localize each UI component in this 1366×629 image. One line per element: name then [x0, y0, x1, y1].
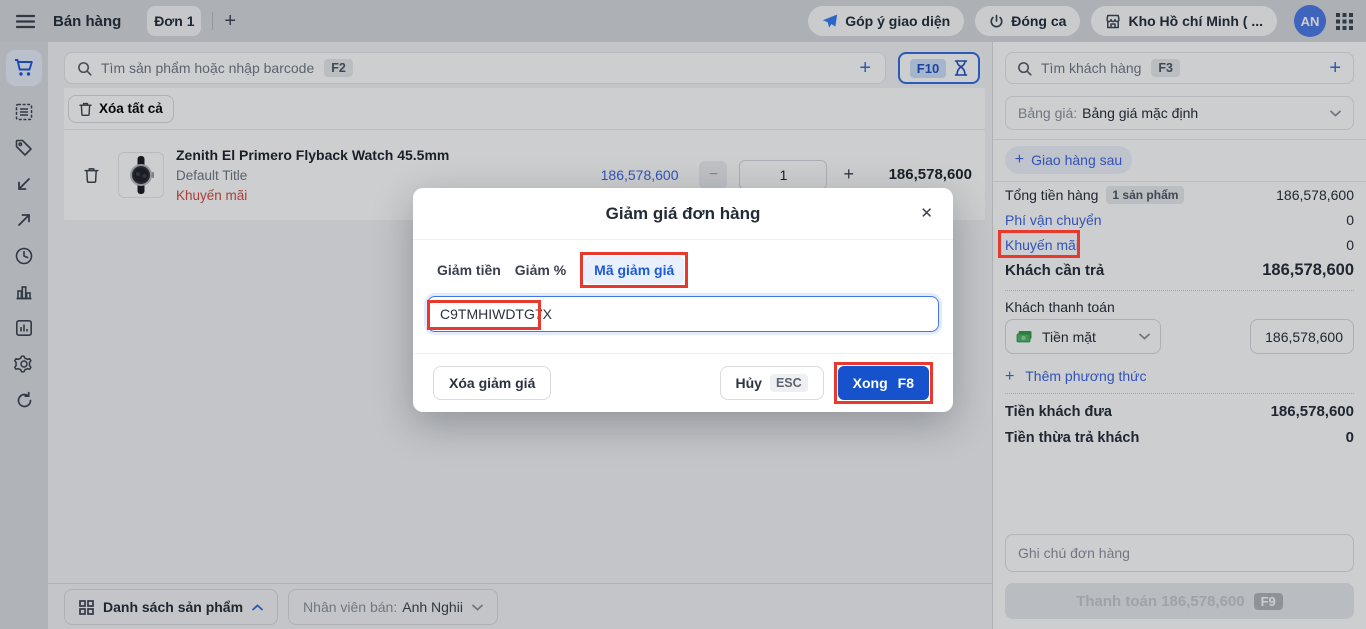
close-icon[interactable]: ✕ — [920, 204, 933, 222]
discount-code-input[interactable]: C9TMHIWDTG7X — [427, 296, 939, 332]
modal-title: Giảm giá đơn hàng — [606, 204, 761, 224]
annotation-active-tab: Mã giảm giá — [580, 252, 688, 288]
tab-discount-amount[interactable]: Giảm tiền — [437, 262, 501, 278]
tab-discount-percent[interactable]: Giảm % — [515, 262, 566, 278]
cancel-button[interactable]: Hủy ESC — [720, 366, 824, 400]
discount-tabs: Giảm tiền Giảm % Mã giảm giá — [427, 253, 939, 287]
done-button[interactable]: Xong F8 — [838, 366, 929, 400]
discount-code-value: C9TMHIWDTG7X — [440, 306, 552, 322]
annotation-done-button: Xong F8 — [834, 362, 933, 404]
discount-modal: Giảm giá đơn hàng ✕ Giảm tiền Giảm % Mã … — [413, 188, 953, 412]
remove-discount-button[interactable]: Xóa giảm giá — [433, 366, 551, 400]
hotkey-badge-f8: F8 — [898, 375, 914, 391]
hotkey-badge-esc: ESC — [770, 374, 808, 392]
tab-discount-code[interactable]: Mã giảm giá — [584, 256, 684, 284]
